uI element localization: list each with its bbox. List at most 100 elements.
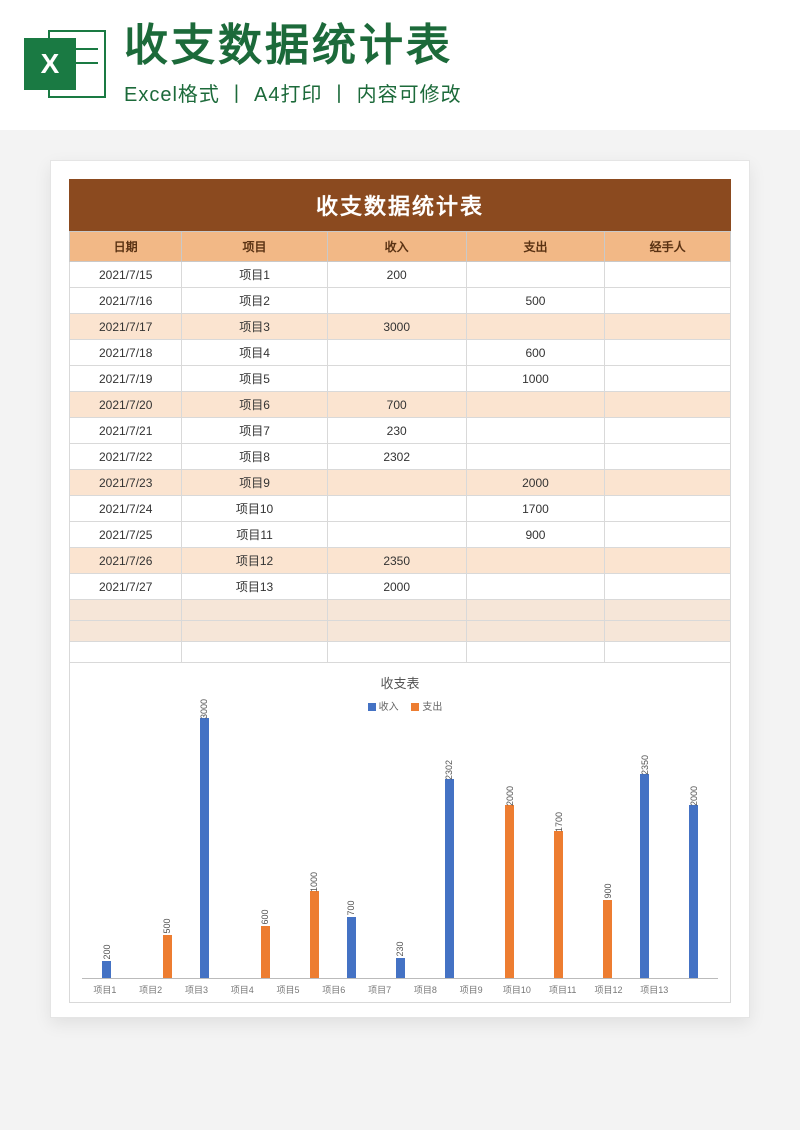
col-expense: 支出 [466, 232, 605, 262]
cell-date: 2021/7/27 [70, 574, 182, 600]
cell-expense: 1000 [466, 366, 605, 392]
page-title: 收支数据统计表 [124, 24, 462, 68]
cell-expense: 2000 [466, 470, 605, 496]
bar-value-label: 230 [395, 942, 405, 957]
cell-date: 2021/7/22 [70, 444, 182, 470]
table-row [70, 642, 731, 663]
bar-expense: 500 [163, 935, 172, 978]
cell-date: 2021/7/21 [70, 418, 182, 444]
cell-item: 项目3 [182, 314, 327, 340]
bar-group: 200 [90, 961, 136, 978]
bar-group: 600 [236, 926, 282, 978]
cell-date: 2021/7/18 [70, 340, 182, 366]
bar-value-label: 1000 [309, 872, 319, 892]
cell-handler [605, 392, 731, 418]
bar-income: 2350 [640, 774, 649, 978]
bar-group: 2302 [432, 779, 478, 979]
cell-date: 2021/7/26 [70, 548, 182, 574]
cell-item: 项目7 [182, 418, 327, 444]
table-row: 2021/7/23项目9 2000 [70, 470, 731, 496]
cell-income [327, 366, 466, 392]
cell-income [327, 470, 466, 496]
x-axis-label: 项目4 [219, 983, 265, 996]
table-row: 2021/7/16项目2500 [70, 288, 731, 314]
cell-empty [466, 621, 605, 642]
cell-handler [605, 288, 731, 314]
cell-income [327, 340, 466, 366]
cell-empty [182, 621, 327, 642]
bar-value-label: 900 [603, 883, 613, 898]
bar-value-label: 1700 [554, 812, 564, 832]
cell-income [327, 522, 466, 548]
cell-handler [605, 574, 731, 600]
cell-empty [605, 621, 731, 642]
cell-handler [605, 366, 731, 392]
chart-x-axis: 项目1项目2项目3项目4项目5项目6项目7项目8项目9项目10项目11项目12项… [82, 983, 718, 996]
cell-income: 3000 [327, 314, 466, 340]
x-axis-label: 项目10 [494, 983, 540, 996]
cell-date: 2021/7/16 [70, 288, 182, 314]
cell-handler [605, 522, 731, 548]
chart-plot: 2005003000600100070023023022000170090023… [82, 719, 718, 979]
table-row: 2021/7/15项目1200 [70, 262, 731, 288]
bar-group: 500 [139, 935, 185, 978]
table-row: 2021/7/17项目33000 [70, 314, 731, 340]
cell-item: 项目5 [182, 366, 327, 392]
excel-icon: X [24, 24, 106, 106]
table-row [70, 621, 731, 642]
cell-empty [466, 642, 605, 663]
cell-date: 2021/7/25 [70, 522, 182, 548]
page-subtitle: Excel格式 丨 A4打印 丨 内容可修改 [124, 78, 462, 107]
bar-value-label: 500 [162, 918, 172, 933]
cell-date: 2021/7/17 [70, 314, 182, 340]
bar-income: 230 [396, 958, 405, 978]
bar-value-label: 2302 [444, 759, 454, 779]
cell-empty [182, 642, 327, 663]
x-axis-label: 项目1 [82, 983, 128, 996]
legend-label-income: 收入 [379, 702, 399, 713]
cell-empty [327, 642, 466, 663]
x-axis-label: 项目2 [128, 983, 174, 996]
cell-handler [605, 262, 731, 288]
cell-handler [605, 418, 731, 444]
cell-expense: 1700 [466, 496, 605, 522]
cell-expense [466, 548, 605, 574]
table-header-row: 日期 项目 收入 支出 经手人 [70, 232, 731, 262]
cell-income [327, 288, 466, 314]
table-row: 2021/7/19项目51000 [70, 366, 731, 392]
document-preview: 收支数据统计表 日期 项目 收入 支出 经手人 2021/7/15项目12002… [50, 160, 750, 1018]
bar-value-label: 700 [346, 901, 356, 916]
title-block: 收支数据统计表 Excel格式 丨 A4打印 丨 内容可修改 [124, 24, 462, 107]
cell-empty [605, 600, 731, 621]
bar-group: 1000 [285, 891, 331, 978]
chart-title: 收支表 [78, 673, 722, 692]
cell-date: 2021/7/23 [70, 470, 182, 496]
table-row: 2021/7/21项目7230 [70, 418, 731, 444]
cell-item: 项目12 [182, 548, 327, 574]
chart-container: 收支表 收入 支出 200500300060010007002302302200… [69, 663, 731, 1003]
x-axis-label: 项目5 [265, 983, 311, 996]
promo-header: X 收支数据统计表 Excel格式 丨 A4打印 丨 内容可修改 [0, 0, 800, 130]
cell-item: 项目13 [182, 574, 327, 600]
x-axis-label: 项目3 [174, 983, 220, 996]
cell-item: 项目9 [182, 470, 327, 496]
cell-expense [466, 444, 605, 470]
cell-empty [605, 642, 731, 663]
bar-value-label: 200 [102, 944, 112, 959]
col-handler: 经手人 [605, 232, 731, 262]
x-axis-label: 项目9 [448, 983, 494, 996]
bar-group: 2000 [677, 805, 723, 978]
cell-item: 项目11 [182, 522, 327, 548]
x-axis-label: 项目8 [402, 983, 448, 996]
bar-expense: 1000 [310, 891, 319, 978]
col-income: 收入 [327, 232, 466, 262]
bar-group: 230 [383, 958, 429, 978]
cell-income: 2350 [327, 548, 466, 574]
cell-date: 2021/7/20 [70, 392, 182, 418]
table-row: 2021/7/26项目122350 [70, 548, 731, 574]
cell-income: 230 [327, 418, 466, 444]
cell-income: 2302 [327, 444, 466, 470]
x-axis-label: 项目6 [311, 983, 357, 996]
income-expense-table: 日期 项目 收入 支出 经手人 2021/7/15项目12002021/7/16… [69, 231, 731, 663]
cell-date: 2021/7/15 [70, 262, 182, 288]
